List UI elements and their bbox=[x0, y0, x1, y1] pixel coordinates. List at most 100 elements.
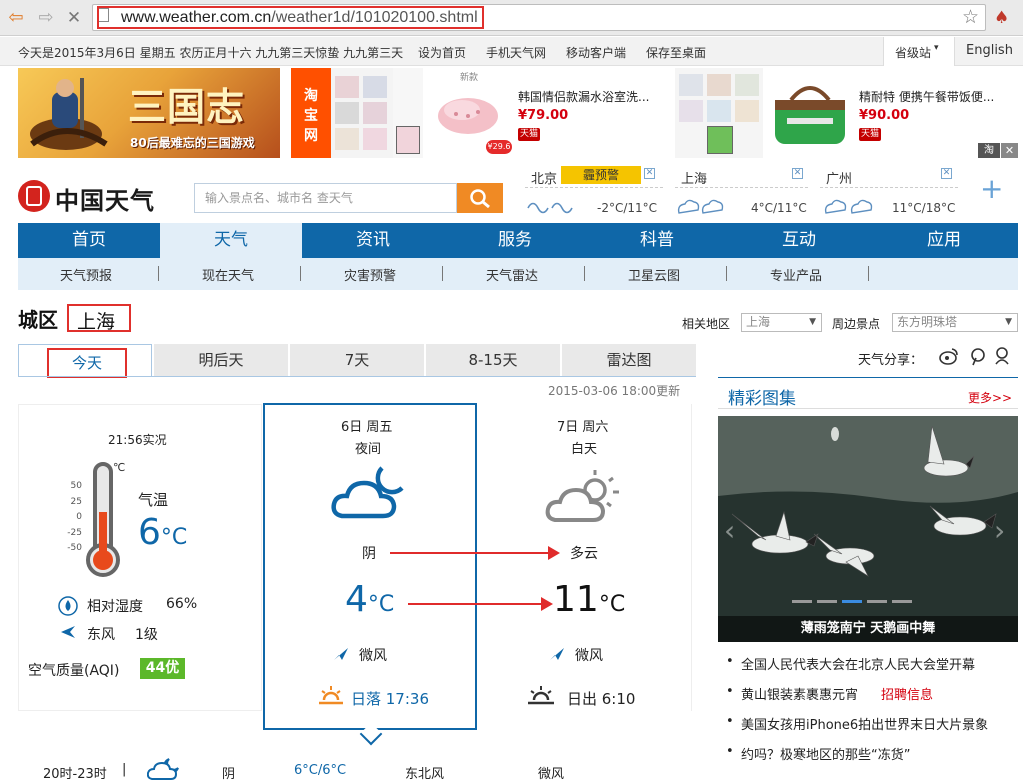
wind-direction-icon bbox=[61, 626, 75, 638]
address-bar[interactable]: www.weather.com.cn/weather1d/101020100.s… bbox=[92, 4, 986, 31]
link-save-desktop[interactable]: 保存至桌面 bbox=[646, 44, 706, 61]
forward-icon[interactable]: ⇨ bbox=[36, 8, 56, 28]
ad-taobao-corner[interactable]: 淘 bbox=[978, 143, 1000, 158]
city-card-guangzhou[interactable]: 广州 ✕ 11°C/18°C bbox=[820, 165, 958, 220]
temp-label: 气温 bbox=[138, 491, 169, 509]
nav-service[interactable]: 服务 bbox=[444, 223, 586, 258]
nearby-select[interactable]: 东方明珠塔 bbox=[892, 313, 1018, 332]
subnav-forecast[interactable]: 天气预报 bbox=[60, 265, 112, 284]
current-temp: 6°C bbox=[138, 512, 188, 553]
city-title-box: 上海 bbox=[67, 304, 131, 333]
annotation-arrow-temp bbox=[408, 597, 553, 611]
taobao-badge[interactable]: 淘宝网 bbox=[291, 68, 331, 158]
back-icon[interactable]: ⇦ bbox=[6, 8, 26, 28]
lunchbag-image bbox=[763, 68, 855, 158]
tab-two-days[interactable]: 明后天 bbox=[154, 344, 288, 376]
city-card-shanghai[interactable]: 上海 ✕ 4°C/11°C bbox=[675, 165, 808, 220]
nav-news[interactable]: 资讯 bbox=[302, 223, 444, 258]
subnav-professional[interactable]: 专业产品 bbox=[770, 265, 822, 284]
thumb-grid-1 bbox=[331, 68, 393, 158]
product-ad-2[interactable]: 精耐特 便携午餐带饭便... ¥90.00 天猫 bbox=[855, 68, 994, 158]
product-ad-1[interactable]: 韩国情侣款漏水浴室洗... ¥79.00 天猫 bbox=[514, 68, 674, 158]
nav-science[interactable]: 科普 bbox=[586, 223, 728, 258]
subnav-satellite[interactable]: 卫星云图 bbox=[628, 265, 680, 284]
partly-cloudy-icon bbox=[545, 470, 619, 522]
gallery-next-icon[interactable]: › bbox=[994, 514, 1005, 547]
wind-icon bbox=[550, 648, 564, 660]
wind-direction: 东风 bbox=[87, 627, 115, 643]
main-nav: 首页 天气 资讯 服务 科普 互动 应用 bbox=[18, 223, 1018, 258]
related-area-select[interactable]: 上海 bbox=[741, 313, 822, 332]
gallery-dots bbox=[792, 600, 942, 604]
hourly-wind: 微风 bbox=[538, 767, 565, 781]
recruit-link[interactable]: 招聘信息 bbox=[881, 684, 933, 703]
product-1-title: 韩国情侣款漏水浴室洗... bbox=[518, 90, 650, 104]
search-button[interactable] bbox=[457, 183, 503, 213]
link-mobile-web[interactable]: 手机天气网 bbox=[486, 44, 546, 61]
thermometer-icon bbox=[86, 462, 120, 577]
tonight-date: 6日 周五 bbox=[341, 420, 393, 435]
hourly-weather-icon bbox=[147, 758, 179, 780]
annotation-arrow-weather bbox=[390, 546, 560, 560]
close-icon[interactable]: ✕ bbox=[644, 168, 655, 179]
news-item[interactable]: 黄山银装素裹惠元宵 bbox=[726, 684, 858, 703]
subnav-current[interactable]: 现在天气 bbox=[202, 265, 254, 284]
cloudy-icon bbox=[824, 199, 873, 214]
related-area-label: 相关地区 bbox=[682, 317, 731, 331]
ad-close-icon[interactable]: ✕ bbox=[1001, 143, 1018, 158]
share-icons bbox=[939, 347, 1009, 366]
city-name: 上海 bbox=[681, 172, 708, 187]
sub-nav: 天气预报 现在天气 灾害预警 天气雷达 卫星云图 专业产品 bbox=[18, 258, 1018, 290]
site-logo[interactable]: 中国天气 bbox=[55, 181, 155, 216]
city-card-beijing[interactable]: 北京 霾预警 ✕ -2°C/11°C bbox=[525, 165, 663, 220]
news-item[interactable]: 约吗？极寒地区的那些“冻货” bbox=[726, 744, 910, 763]
nav-home[interactable]: 首页 bbox=[18, 223, 160, 258]
haze-icon bbox=[527, 202, 573, 214]
close-icon[interactable]: ✕ bbox=[792, 168, 803, 179]
hourly-temp: 6°C/6°C bbox=[294, 763, 347, 778]
nav-apps[interactable]: 应用 bbox=[870, 223, 1018, 258]
bookmark-star-icon[interactable]: ☆ bbox=[962, 6, 979, 28]
share-label: 天气分享： bbox=[858, 353, 924, 368]
tab-eight-fifteen-days[interactable]: 8-15天 bbox=[426, 344, 560, 376]
url-path: /weather1d/101020100.shtml bbox=[271, 9, 478, 26]
gallery-prev-icon[interactable]: ‹ bbox=[724, 514, 735, 547]
english-link[interactable]: English bbox=[966, 43, 1013, 58]
extension-icon[interactable]: ♠ bbox=[994, 8, 1009, 28]
logo-seal-icon bbox=[18, 180, 50, 212]
gallery-image[interactable]: ‹ › 薄雨笼南宁 天鹅画中舞 bbox=[718, 416, 1018, 642]
nav-interact[interactable]: 互动 bbox=[728, 223, 870, 258]
browser-toolbar: ⇦ ⇨ ✕ www.weather.com.cn/weather1d/10102… bbox=[0, 0, 1023, 36]
humidity-label: 相对湿度 bbox=[87, 599, 143, 615]
tab-seven-days[interactable]: 7天 bbox=[290, 344, 424, 376]
alert-badge[interactable]: 霾预警 bbox=[561, 166, 641, 184]
game-ad[interactable]: 三国志 80后最难忘的三国游戏 bbox=[18, 68, 280, 158]
humidity-value: 66% bbox=[166, 596, 198, 612]
link-mobile-client[interactable]: 移动客户端 bbox=[566, 44, 626, 61]
product-1-price: ¥79.00 bbox=[518, 108, 569, 123]
nav-weather[interactable]: 天气 bbox=[160, 223, 302, 258]
subnav-radar[interactable]: 天气雷达 bbox=[486, 265, 538, 284]
close-icon[interactable]: ✕ bbox=[941, 168, 952, 179]
swans-image bbox=[718, 416, 1018, 642]
product-2-store: 天猫 bbox=[859, 128, 881, 141]
weibo-icon bbox=[939, 348, 958, 365]
updated-time: 2015-03-06 18:00更新 bbox=[548, 384, 681, 398]
add-city-icon[interactable]: + bbox=[980, 172, 1003, 205]
gallery-more-link[interactable]: 更多>> bbox=[968, 389, 1012, 406]
thermo-scale: 50 25 0 -25 -50 bbox=[67, 481, 82, 553]
province-select[interactable]: 省级站 ▾ bbox=[883, 37, 955, 66]
news-item[interactable]: 美国女孩用iPhone6拍出世界末日大片景象 bbox=[726, 714, 988, 733]
aqi-badge[interactable]: 44优 bbox=[140, 658, 185, 679]
stop-icon[interactable]: ✕ bbox=[64, 8, 84, 28]
tonight-weather: 阴 bbox=[362, 546, 376, 562]
tab-radar[interactable]: 雷达图 bbox=[562, 344, 696, 376]
tencent-weibo-icon bbox=[971, 348, 985, 366]
subnav-warnings[interactable]: 灾害预警 bbox=[344, 265, 396, 284]
tab-today-label: 今天 bbox=[71, 354, 102, 372]
link-homepage[interactable]: 设为首页 bbox=[418, 44, 466, 61]
url-text[interactable]: www.weather.com.cn/weather1d/101020100.s… bbox=[97, 6, 484, 29]
search-input[interactable]: 输入景点名、城市名 查天气 bbox=[194, 183, 457, 213]
tonight-period: 夜间 bbox=[355, 442, 382, 457]
news-item[interactable]: 全国人民代表大会在北京人民大会堂开幕 bbox=[726, 654, 975, 673]
